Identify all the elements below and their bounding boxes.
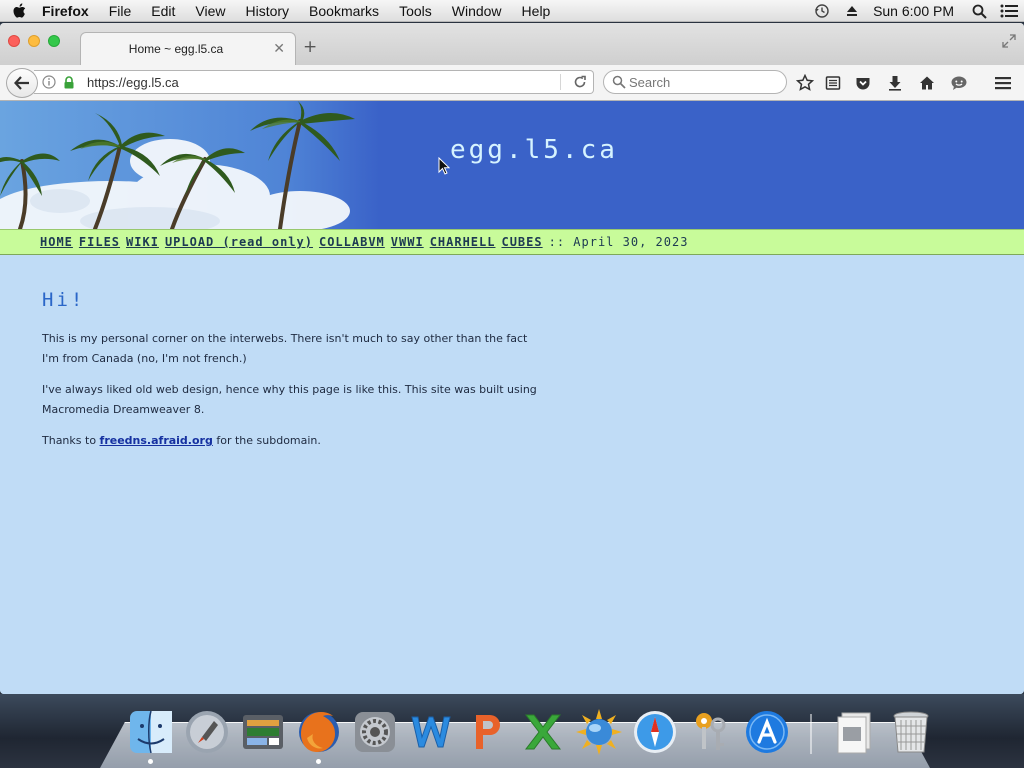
- app-store-icon[interactable]: [742, 706, 792, 758]
- downloads-icon[interactable]: [885, 74, 905, 92]
- page-content: egg.l5.ca HOME FILES WIKI UPLOAD (read o…: [0, 101, 1024, 694]
- nav-link-upload[interactable]: UPLOAD (read only): [165, 235, 313, 249]
- window-close-button[interactable]: [8, 35, 20, 47]
- nav-link-files[interactable]: FILES: [79, 235, 120, 249]
- site-banner: egg.l5.ca: [0, 101, 1024, 229]
- back-arrow-icon: [14, 76, 29, 90]
- reading-list-icon[interactable]: [823, 74, 843, 92]
- navigation-toolbar: https://egg.l5.ca Search: [0, 65, 1024, 101]
- reload-icon[interactable]: [573, 75, 587, 92]
- menubar-clock[interactable]: Sun 6:00 PM: [867, 3, 964, 19]
- trash-icon[interactable]: [886, 706, 936, 758]
- hamburger-menu-icon[interactable]: [993, 74, 1013, 92]
- excel-icon[interactable]: [518, 706, 568, 758]
- search-bar[interactable]: Search: [603, 70, 787, 94]
- photo-app-icon[interactable]: [238, 706, 288, 758]
- new-tab-button[interactable]: +: [303, 37, 317, 57]
- tab-strip: Home ~ egg.l5.ca ✕ +: [0, 23, 1024, 66]
- site-title: egg.l5.ca: [450, 135, 618, 165]
- eject-icon[interactable]: [837, 0, 867, 22]
- keychain-icon[interactable]: [686, 706, 736, 758]
- firefox-icon[interactable]: [294, 706, 344, 764]
- thanks-paragraph: Thanks to freedns.afraid.org for the sub…: [42, 431, 540, 451]
- search-icon: [612, 75, 626, 92]
- dock-separator: [810, 714, 812, 754]
- search-placeholder: Search: [629, 75, 671, 90]
- nav-date: :: April 30, 2023: [548, 235, 689, 249]
- menu-edit[interactable]: Edit: [141, 0, 185, 22]
- freedns-link[interactable]: freedns.afraid.org: [100, 434, 213, 447]
- home-icon[interactable]: [917, 74, 937, 92]
- hello-chat-icon[interactable]: [949, 74, 969, 92]
- dock: [126, 702, 936, 764]
- window-zoom-button[interactable]: [48, 35, 60, 47]
- thanks-text-before: Thanks to: [42, 434, 100, 447]
- nav-link-charhell[interactable]: CHARHELL: [430, 235, 496, 249]
- pocket-icon[interactable]: [853, 74, 873, 92]
- sun-app-icon[interactable]: [574, 706, 624, 758]
- site-nav: HOME FILES WIKI UPLOAD (read only) COLLA…: [0, 229, 1024, 255]
- documents-stack-icon[interactable]: [830, 706, 880, 758]
- tab-close-icon[interactable]: ✕: [273, 40, 285, 57]
- nav-link-wiki[interactable]: WIKI: [126, 235, 159, 249]
- menu-help[interactable]: Help: [512, 0, 561, 22]
- dreamweaver-paragraph: I've always liked old web design, hence …: [42, 383, 537, 416]
- menu-tools[interactable]: Tools: [389, 0, 442, 22]
- launchpad-icon[interactable]: [182, 706, 232, 758]
- tab-home[interactable]: Home ~ egg.l5.ca ✕: [80, 32, 296, 66]
- url-text[interactable]: https://egg.l5.ca: [87, 75, 179, 90]
- firefox-running-indicator: [316, 759, 321, 764]
- nav-link-vwwi[interactable]: VWWI: [391, 235, 424, 249]
- word-icon[interactable]: [406, 706, 456, 758]
- powerpoint-icon[interactable]: [462, 706, 512, 758]
- menu-bookmarks[interactable]: Bookmarks: [299, 0, 389, 22]
- notification-center-icon[interactable]: [994, 0, 1024, 22]
- window-controls: [8, 35, 60, 47]
- mouse-cursor-icon: [438, 157, 450, 175]
- menu-file[interactable]: File: [99, 0, 142, 22]
- finder-running-indicator: [148, 759, 153, 764]
- nav-link-home[interactable]: HOME: [40, 235, 73, 249]
- tab-title: Home ~ egg.l5.ca: [128, 42, 224, 56]
- url-separator: [560, 74, 561, 90]
- menu-history[interactable]: History: [235, 0, 299, 22]
- system-preferences-icon[interactable]: [350, 706, 400, 758]
- palm-trees-image: [0, 101, 380, 229]
- spotlight-icon[interactable]: [964, 0, 994, 22]
- app-menu-firefox[interactable]: Firefox: [38, 0, 99, 22]
- fullscreen-icon[interactable]: [1002, 33, 1016, 52]
- bookmark-star-icon[interactable]: [795, 74, 815, 92]
- nav-link-cubes[interactable]: CUBES: [501, 235, 542, 249]
- menu-bar: Firefox File Edit View History Bookmarks…: [0, 0, 1024, 22]
- menu-view[interactable]: View: [185, 0, 235, 22]
- back-button[interactable]: [6, 68, 38, 98]
- thanks-text-after: for the subdomain.: [212, 434, 321, 447]
- apple-menu-icon[interactable]: [0, 2, 38, 19]
- finder-icon[interactable]: [126, 706, 176, 764]
- main-article: Hi! This is my personal corner on the in…: [0, 255, 540, 451]
- nav-link-collabvm[interactable]: COLLABVM: [319, 235, 385, 249]
- firefox-window: Home ~ egg.l5.ca ✕ + https://egg.l5.ca S…: [0, 23, 1024, 694]
- time-machine-icon[interactable]: [807, 0, 837, 22]
- url-bar[interactable]: https://egg.l5.ca: [34, 70, 594, 94]
- intro-paragraph: This is my personal corner on the interw…: [42, 332, 528, 365]
- page-heading: Hi!: [42, 289, 86, 311]
- menu-window[interactable]: Window: [442, 0, 512, 22]
- safari-icon[interactable]: [630, 706, 680, 758]
- window-minimize-button[interactable]: [28, 35, 40, 47]
- site-info-icon[interactable]: [42, 75, 56, 92]
- secure-lock-icon[interactable]: [63, 76, 75, 92]
